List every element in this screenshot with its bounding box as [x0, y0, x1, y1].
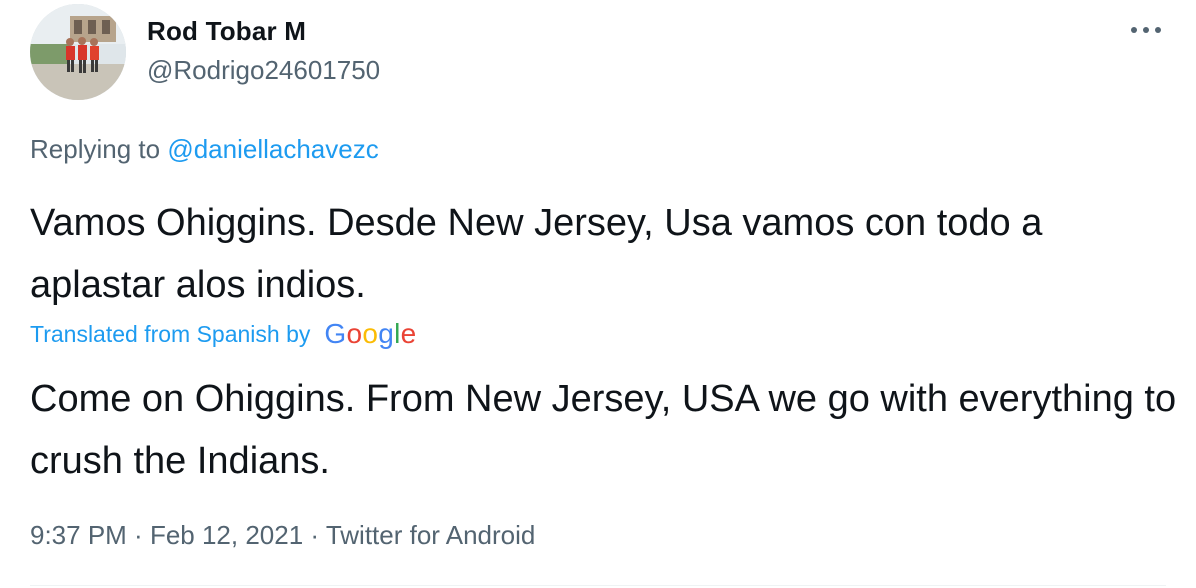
reply-prefix: Replying to [30, 134, 168, 164]
divider [30, 585, 1166, 586]
more-options-button[interactable] [1124, 16, 1168, 44]
tweet-time[interactable]: 9:37 PM [30, 520, 127, 550]
profile-photo [30, 4, 126, 100]
translated-label[interactable]: Translated from Spanish by [30, 321, 310, 348]
google-letter: o [346, 318, 363, 349]
meta-separator: · [126, 520, 150, 550]
reply-context: Replying to @daniellachavezc [30, 134, 379, 165]
reply-target-link[interactable]: @daniellachavezc [167, 134, 378, 164]
google-letter: e [400, 318, 417, 349]
google-letter: g [378, 318, 395, 349]
google-logo: Google [324, 318, 416, 350]
translation-attribution: Translated from Spanish by Google [30, 318, 417, 350]
tweet-text: Vamos Ohiggins. Desde New Jersey, Usa va… [30, 202, 1043, 306]
tweet-source-app[interactable]: Twitter for Android [326, 520, 536, 550]
meta-separator: · [303, 520, 326, 550]
more-horizontal-icon [1131, 27, 1161, 33]
translated-text: Come on Ohiggins. From New Jersey, USA w… [30, 378, 1177, 482]
author-handle[interactable]: @Rodrigo24601750 [147, 55, 380, 86]
avatar[interactable] [30, 4, 126, 100]
tweet-meta: 9:37 PM · Feb 12, 2021 · Twitter for And… [30, 520, 535, 551]
tweet-date[interactable]: Feb 12, 2021 [150, 520, 303, 550]
google-letter: G [324, 318, 347, 349]
author-name[interactable]: Rod Tobar M [147, 16, 306, 47]
google-letter: o [362, 318, 379, 349]
